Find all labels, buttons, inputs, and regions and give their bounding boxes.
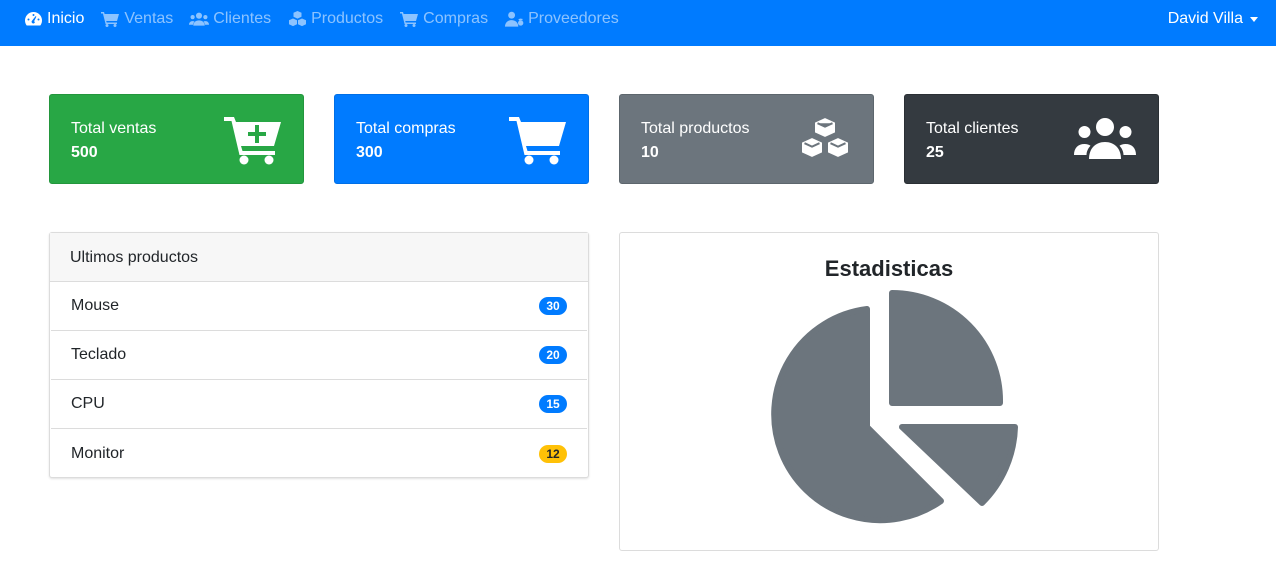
nav-label: Ventas — [124, 10, 174, 27]
list-item[interactable]: Teclado 20 — [51, 331, 587, 380]
cart-icon — [100, 11, 120, 27]
cart-icon — [399, 11, 419, 27]
cubes-icon — [799, 115, 851, 161]
nav-label: Inicio — [47, 10, 85, 27]
card-total-compras: Total compras 300 — [334, 94, 589, 184]
card-label: Total clientes — [926, 120, 1019, 137]
product-name: Monitor — [71, 444, 125, 462]
count-badge: 12 — [539, 444, 567, 463]
statistics-title: Estadisticas — [824, 256, 954, 281]
product-name: CPU — [71, 395, 105, 412]
user-menu-toggle[interactable]: David Villa — [1168, 0, 1258, 38]
product-name: Teclado — [71, 346, 127, 363]
nav-label: Productos — [311, 10, 384, 27]
card-value: 300 — [356, 144, 383, 161]
list-item[interactable]: Mouse 30 — [51, 282, 587, 331]
nav-item-clientes[interactable]: Clientes — [189, 0, 271, 38]
card-value: 500 — [71, 144, 98, 161]
card-label: Total ventas — [71, 120, 157, 137]
nav-item-ventas[interactable]: Ventas — [100, 0, 173, 38]
cart-icon — [509, 115, 566, 165]
nav-item-proveedores[interactable]: Proveedores — [504, 0, 619, 38]
card-total-productos: Total productos 10 — [619, 94, 874, 184]
panel-title: Ultimos productos — [50, 233, 588, 282]
card-total-clientes: Total clientes 25 — [904, 94, 1159, 184]
card-value: 10 — [641, 144, 659, 161]
count-badge: 20 — [539, 346, 567, 364]
statistics-panel: Estadisticas — [619, 232, 1159, 551]
cart-plus-icon — [224, 115, 281, 165]
card-label: Total compras — [356, 120, 456, 137]
card-label: Total productos — [641, 120, 750, 137]
nav-item-productos[interactable]: Productos — [287, 0, 383, 38]
pie-chart-icon — [771, 290, 1018, 524]
nav-item-compras[interactable]: Compras — [399, 0, 488, 38]
user-name: David Villa — [1167, 10, 1243, 27]
product-name: Mouse — [71, 297, 120, 314]
count-badge: 30 — [539, 297, 567, 315]
caret-down-icon — [1250, 16, 1258, 22]
count-badge: 15 — [539, 395, 567, 413]
nav-label: Proveedores — [528, 10, 619, 27]
list-item[interactable]: CPU 15 — [51, 380, 587, 429]
users-icon — [1074, 115, 1136, 161]
tachometer-icon — [23, 11, 43, 27]
card-total-ventas: Total ventas 500 — [49, 94, 304, 184]
nav-label: Compras — [423, 10, 489, 27]
users-icon — [189, 11, 210, 27]
cubes-icon — [287, 11, 307, 27]
nav-item-inicio[interactable]: Inicio — [23, 0, 84, 38]
latest-products-panel: Ultimos productos Mouse 30 Teclado 20 CP… — [49, 232, 589, 478]
user-tie-icon — [504, 11, 524, 27]
card-value: 25 — [926, 144, 944, 161]
list-item[interactable]: Monitor 12 — [51, 429, 587, 478]
nav-menu: Inicio Ventas Clientes Productos Compras — [23, 0, 635, 38]
nav-label: Clientes — [213, 10, 272, 27]
top-navbar: Inicio Ventas Clientes Productos Compras — [0, 0, 1276, 46]
